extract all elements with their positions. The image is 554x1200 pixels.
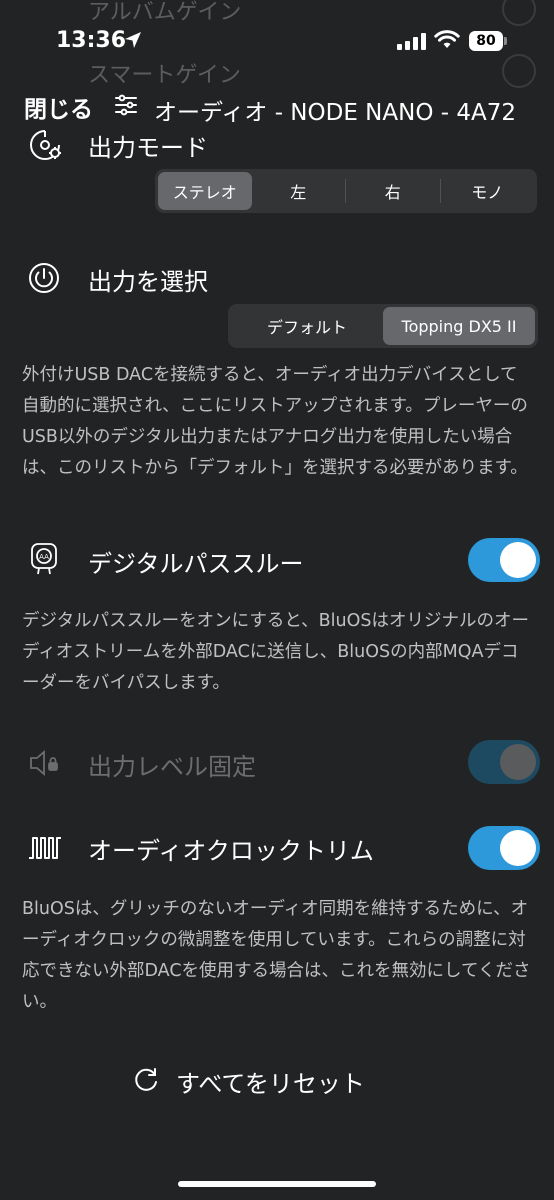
- clock-trim-toggle[interactable]: [468, 826, 540, 870]
- output-mode-segmented-control: ステレオ 左 右 モノ: [155, 169, 537, 213]
- output-device-segmented-control: デフォルト Topping DX5 II: [228, 304, 538, 348]
- segment-topping-dx5[interactable]: Topping DX5 II: [383, 307, 535, 345]
- background-toggle: [502, 54, 536, 88]
- fixed-volume-label: 出力レベル固定: [88, 753, 256, 781]
- battery-cap: [504, 37, 507, 45]
- background-row-album-gain: アルバムゲイン: [88, 0, 242, 25]
- output-select-description: 外付けUSB DACを接続すると、オーディオ出力デバイスとして自動的に選択され、…: [22, 365, 528, 478]
- output-mode-icon: [28, 128, 62, 166]
- speaker-lock-icon: [28, 748, 60, 782]
- fixed-volume-toggle[interactable]: [468, 740, 540, 784]
- background-toggle: [502, 0, 536, 26]
- clock-wave-icon: [28, 834, 62, 866]
- output-select-label: 出力を選択: [88, 268, 208, 296]
- segment-mono[interactable]: モノ: [441, 172, 535, 210]
- reset-icon: [132, 1066, 160, 1098]
- reset-all-button[interactable]: すべてをリセット: [132, 1064, 365, 1099]
- digital-passthrough-description: デジタルパススルーをオンにすると、BluOSはオリジナルのオーディオストリームを…: [22, 611, 529, 693]
- digital-passthrough-icon: AA: [28, 542, 60, 580]
- digital-passthrough-toggle[interactable]: [468, 538, 540, 582]
- equalizer-icon: [114, 94, 138, 120]
- home-indicator[interactable]: [178, 1181, 376, 1187]
- cellular-signal-icon: [397, 32, 426, 50]
- digital-passthrough-label: デジタルパススルー: [88, 550, 304, 578]
- location-arrow-icon: [124, 31, 142, 53]
- segment-right[interactable]: 右: [346, 172, 440, 210]
- page-title: オーディオ - NODE NANO - 4A72: [154, 100, 516, 126]
- wifi-icon: [434, 29, 460, 53]
- battery-level: 80: [476, 33, 496, 49]
- toggle-knob: [500, 830, 536, 866]
- segment-default[interactable]: デフォルト: [231, 307, 383, 345]
- output-mode-label: 出力モード: [88, 134, 208, 162]
- battery-icon: 80: [469, 31, 503, 51]
- power-output-icon: [28, 262, 60, 298]
- clock-trim-label: オーディオクロックトリム: [88, 837, 374, 865]
- svg-text:AA: AA: [39, 553, 49, 561]
- segment-left[interactable]: 左: [252, 172, 346, 210]
- reset-all-label: すべてをリセット: [176, 1070, 365, 1098]
- segment-stereo[interactable]: ステレオ: [158, 172, 252, 210]
- toggle-knob: [500, 542, 536, 578]
- status-time: 13:36: [56, 28, 127, 53]
- clock-trim-description: BluOSは、グリッチのないオーディオ同期を維持するために、オーディオクロックの…: [22, 899, 531, 1012]
- toggle-knob: [500, 744, 536, 780]
- close-button[interactable]: 閉じる: [24, 90, 93, 124]
- background-row-smart-gain: スマートゲイン: [88, 63, 241, 88]
